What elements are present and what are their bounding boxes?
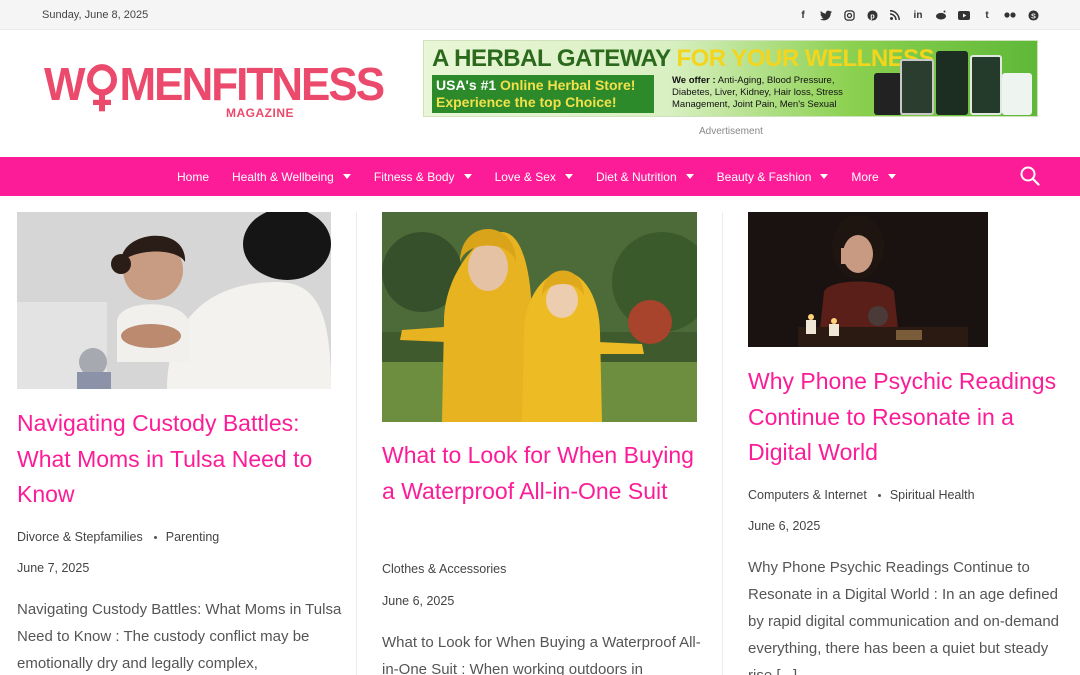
nav-fitness-body[interactable]: Fitness & Body <box>374 170 472 184</box>
reddit-icon[interactable] <box>934 8 948 22</box>
chevron-down-icon <box>564 174 573 179</box>
article-1-image[interactable] <box>17 212 331 389</box>
nav-beauty-fashion[interactable]: Beauty & Fashion <box>717 170 829 184</box>
pinterest-icon[interactable]: p <box>865 8 879 22</box>
linkedin-icon[interactable]: in <box>911 8 925 22</box>
social-links: f p in t S <box>796 8 1040 22</box>
category-link[interactable]: Computers & Internet <box>748 488 867 502</box>
article-1-date: June 7, 2025 <box>17 561 90 575</box>
category-link[interactable]: Spiritual Health <box>890 488 975 502</box>
article-1-categories: Divorce & Stepfamilies Parenting <box>17 530 219 544</box>
logo-subtitle: MAGAZINE <box>226 106 294 120</box>
venus-symbol-icon <box>85 62 119 112</box>
nav-home[interactable]: Home <box>177 170 209 184</box>
rss-icon[interactable] <box>888 8 902 22</box>
ad-offer-text: We offer : Anti-Aging, Blood Pressure, D… <box>672 75 843 110</box>
facebook-icon[interactable]: f <box>796 8 810 22</box>
nav-more[interactable]: More <box>851 170 896 184</box>
column-divider <box>722 212 723 675</box>
article-2-excerpt: What to Look for When Buying a Waterproo… <box>382 634 701 675</box>
herbal-banner-ad[interactable]: A HERBAL GATEWAY FOR YOUR WELLNESS USA's… <box>423 40 1038 117</box>
article-1-title[interactable]: Navigating Custody Battles: What Moms in… <box>17 406 347 513</box>
ad-headline: A HERBAL GATEWAY FOR YOUR WELLNESS <box>432 45 935 72</box>
article-3-excerpt: Why Phone Psychic Readings Continue to R… <box>748 559 1060 675</box>
article-3-categories: Computers & Internet Spiritual Health <box>748 488 975 502</box>
youtube-icon[interactable] <box>957 8 971 22</box>
site-logo[interactable]: W MENFITNESS MAGAZINE <box>44 58 385 120</box>
logo-wordmark: W MENFITNESS <box>44 58 385 112</box>
separator-dot <box>153 535 157 539</box>
nav-love-sex[interactable]: Love & Sex <box>495 170 573 184</box>
column-divider <box>356 212 357 675</box>
article-1-excerpt: Navigating Custody Battles: What Moms in… <box>17 601 342 672</box>
svg-text:p: p <box>870 11 875 20</box>
nav-diet-nutrition[interactable]: Diet & Nutrition <box>596 170 694 184</box>
separator-dot <box>877 493 881 497</box>
top-bar: Sunday, June 8, 2025 f p in t S <box>0 0 1080 30</box>
article-2-title[interactable]: What to Look for When Buying a Waterproo… <box>382 438 712 509</box>
svg-text:S: S <box>1031 11 1036 20</box>
article-2-image[interactable] <box>382 212 697 422</box>
twitter-icon[interactable] <box>819 8 833 22</box>
ad-label: Advertisement <box>699 126 763 137</box>
chevron-down-icon <box>887 174 896 179</box>
search-icon[interactable] <box>1020 166 1040 186</box>
category-link[interactable]: Divorce & Stepfamilies <box>17 530 143 544</box>
chevron-down-icon <box>685 174 694 179</box>
chevron-down-icon <box>342 174 351 179</box>
ad-callout: USA's #1 Online Herbal Store! Experience… <box>432 75 654 113</box>
current-date: Sunday, June 8, 2025 <box>42 9 149 21</box>
main-navigation: Home Health & Wellbeing Fitness & Body L… <box>0 157 1080 196</box>
instagram-icon[interactable] <box>842 8 856 22</box>
article-2-categories: Clothes & Accessories <box>382 562 506 576</box>
chevron-down-icon <box>820 174 829 179</box>
tumblr-icon[interactable]: t <box>980 8 994 22</box>
category-link[interactable]: Parenting <box>166 530 220 544</box>
article-3-image[interactable] <box>748 212 988 347</box>
chevron-down-icon <box>463 174 472 179</box>
article-3-title[interactable]: Why Phone Psychic Readings Continue to R… <box>748 364 1073 471</box>
article-2-date: June 6, 2025 <box>382 594 455 608</box>
product-bottles-image <box>874 47 1034 115</box>
nav-health-wellbeing[interactable]: Health & Wellbeing <box>232 170 351 184</box>
category-link[interactable]: Clothes & Accessories <box>382 562 506 576</box>
flickr-icon[interactable] <box>1003 8 1017 22</box>
article-3-date: June 6, 2025 <box>748 519 821 533</box>
skype-icon[interactable]: S <box>1026 8 1040 22</box>
